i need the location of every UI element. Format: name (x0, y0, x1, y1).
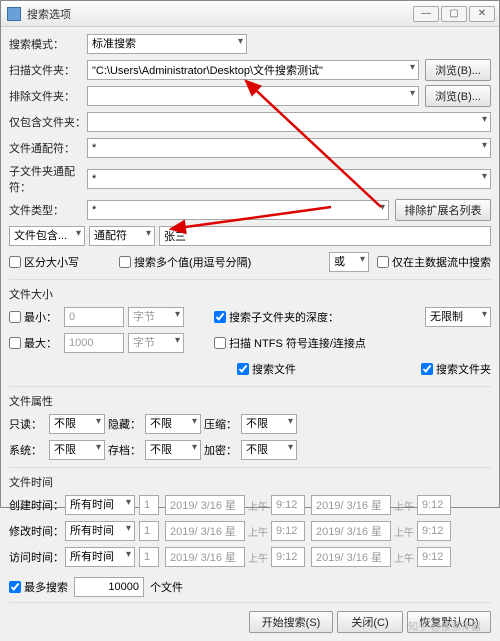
am-label-6: 上午 (394, 550, 414, 565)
modified-count[interactable] (139, 521, 159, 541)
exclude-folder-label: 排除文件夹： (9, 88, 87, 104)
case-sensitive-checkbox[interactable] (9, 256, 21, 268)
browse-button-1[interactable]: 浏览(B)... (425, 59, 491, 81)
max-unit-select[interactable]: 字节 (128, 333, 184, 353)
encrypted-label: 加密： (201, 442, 241, 458)
am-label-5: 上午 (248, 550, 268, 565)
max-input[interactable] (64, 333, 124, 353)
case-sensitive-label: 区分大小写 (24, 254, 79, 270)
maximize-button[interactable]: ▢ (441, 6, 467, 22)
name-input[interactable] (159, 226, 491, 246)
archive-label: 存档： (105, 442, 145, 458)
modified-date-from[interactable] (165, 521, 245, 541)
readonly-select[interactable]: 不限 (49, 414, 105, 434)
minimize-button[interactable]: — (413, 6, 439, 22)
max-search-checkbox[interactable] (9, 581, 21, 593)
am-label-2: 上午 (394, 498, 414, 513)
search-mode-label: 搜索模式： (9, 36, 87, 52)
search-files-label: 搜索文件 (252, 361, 296, 377)
search-files-checkbox[interactable] (237, 363, 249, 375)
modified-select[interactable]: 所有时间 (65, 521, 135, 541)
scan-folder-label: 扫描文件夹： (9, 62, 87, 78)
depth-checkbox[interactable] (214, 311, 226, 323)
am-label-1: 上午 (248, 498, 268, 513)
accessed-time-to[interactable] (417, 547, 451, 567)
host-only-label: 仅在主数据流中搜索 (392, 254, 491, 270)
file-wildcard-input[interactable] (87, 138, 491, 158)
multi-value-checkbox[interactable] (119, 256, 131, 268)
sub-wildcard-input[interactable] (87, 169, 491, 189)
accessed-date-to[interactable] (311, 547, 391, 567)
ntfs-checkbox[interactable] (214, 337, 226, 349)
app-icon (7, 7, 21, 21)
attr-group-label: 文件属性 (9, 393, 491, 409)
window-title: 搜索选项 (27, 6, 411, 22)
accessed-time-from[interactable] (271, 547, 305, 567)
max-search-input[interactable] (74, 577, 144, 597)
encrypted-select[interactable]: 不限 (241, 440, 297, 460)
time-group-label: 文件时间 (9, 474, 491, 490)
min-label: 最小： (24, 309, 64, 325)
accessed-select[interactable]: 所有时间 (65, 547, 135, 567)
multi-value-label: 搜索多个值(用逗号分隔) (134, 254, 251, 270)
host-only-checkbox[interactable] (377, 256, 389, 268)
browse-button-2[interactable]: 浏览(B)... (425, 85, 491, 107)
type-input[interactable] (87, 200, 389, 220)
exclude-folder-input[interactable] (87, 86, 419, 106)
system-label: 系统： (9, 442, 49, 458)
created-date-from[interactable] (165, 495, 245, 515)
depth-select[interactable]: 无限制 (425, 307, 491, 327)
close-button[interactable]: ✕ (469, 6, 495, 22)
sub-wildcard-label: 子文件夹通配符： (9, 163, 87, 195)
file-wildcard-label: 文件通配符： (9, 140, 87, 156)
created-time-to[interactable] (417, 495, 451, 515)
close-dialog-button[interactable]: 关闭(C) (337, 611, 403, 633)
exclude-ext-button[interactable]: 排除扩展名列表 (395, 199, 491, 221)
min-unit-select[interactable]: 字节 (128, 307, 184, 327)
modified-time-from[interactable] (271, 521, 305, 541)
accessed-label: 访问时间： (9, 549, 65, 565)
min-input[interactable] (64, 307, 124, 327)
compressed-label: 压缩： (201, 416, 241, 432)
max-checkbox[interactable] (9, 337, 21, 349)
depth-label: 搜索子文件夹的深度： (229, 309, 339, 325)
archive-select[interactable]: 不限 (145, 440, 201, 460)
compressed-select[interactable]: 不限 (241, 414, 297, 434)
search-mode-select[interactable]: 标准搜索 (87, 34, 247, 54)
contain-select[interactable]: 文件包含... (9, 226, 85, 246)
modified-date-to[interactable] (311, 521, 391, 541)
hidden-select[interactable]: 不限 (145, 414, 201, 434)
am-label-3: 上午 (248, 524, 268, 539)
files-label: 个文件 (150, 579, 183, 595)
system-select[interactable]: 不限 (49, 440, 105, 460)
include-only-input[interactable] (87, 112, 491, 132)
min-checkbox[interactable] (9, 311, 21, 323)
watermark: 知乎 @搜索神器 (408, 618, 481, 633)
ntfs-label: 扫描 NTFS 符号连接/连接点 (229, 335, 366, 351)
accessed-count[interactable] (139, 547, 159, 567)
created-time-from[interactable] (271, 495, 305, 515)
size-group-label: 文件大小 (9, 286, 491, 302)
include-only-label: 仅包含文件夹： (9, 114, 87, 130)
wildcard-select[interactable]: 通配符 (89, 226, 155, 246)
type-label: 文件类型： (9, 202, 87, 218)
created-count[interactable] (139, 495, 159, 515)
created-date-to[interactable] (311, 495, 391, 515)
modified-time-to[interactable] (417, 521, 451, 541)
scan-folder-input[interactable] (87, 60, 419, 80)
created-select[interactable]: 所有时间 (65, 495, 135, 515)
or-select[interactable]: 或 (329, 252, 369, 272)
readonly-label: 只读： (9, 416, 49, 432)
search-folders-label: 搜索文件夹 (436, 361, 491, 377)
max-label: 最大： (24, 335, 64, 351)
hidden-label: 隐藏： (105, 416, 145, 432)
accessed-date-from[interactable] (165, 547, 245, 567)
search-folders-checkbox[interactable] (421, 363, 433, 375)
created-label: 创建时间： (9, 497, 65, 513)
start-search-button[interactable]: 开始搜索(S) (249, 611, 333, 633)
max-search-label: 最多搜索 (24, 579, 68, 595)
modified-label: 修改时间： (9, 523, 65, 539)
am-label-4: 上午 (394, 524, 414, 539)
